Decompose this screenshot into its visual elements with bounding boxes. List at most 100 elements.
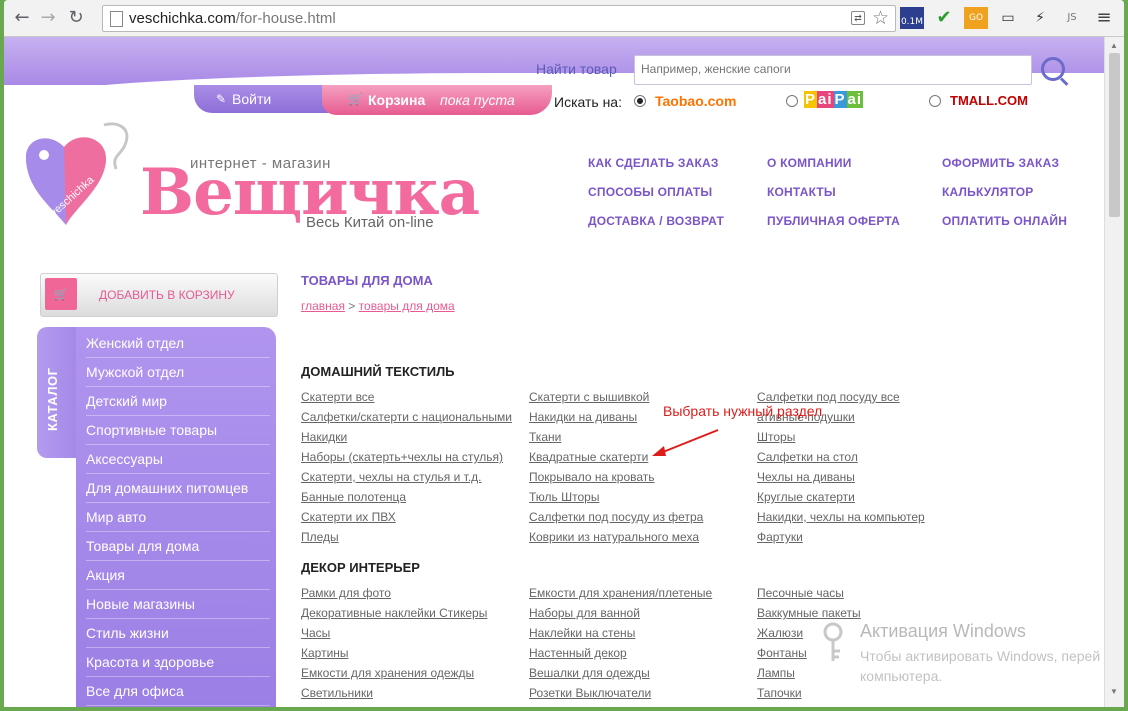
- category-link[interactable]: Часы: [301, 626, 330, 640]
- shop-subtitle: интернет - магазин: [190, 155, 331, 172]
- catalog-item[interactable]: Женский отдел: [86, 329, 270, 358]
- category-link[interactable]: Наборы (скатерть+чехлы на стулья): [301, 450, 503, 464]
- search-input[interactable]: [635, 56, 1021, 82]
- reload-icon[interactable]: ↻: [66, 8, 86, 28]
- paipai-logo[interactable]: Pai Pai: [804, 91, 864, 108]
- category-link[interactable]: Банные полотенца: [301, 490, 406, 504]
- radio-tmall[interactable]: [929, 95, 941, 107]
- category-link[interactable]: Песочные часы: [757, 586, 844, 600]
- extension-0-1m-icon[interactable]: 0.1M: [900, 7, 924, 29]
- catalog-item[interactable]: Спортивные товары: [86, 416, 270, 445]
- extension-js-icon[interactable]: JS: [1060, 7, 1084, 29]
- category-link[interactable]: Тюль Шторы: [529, 490, 599, 504]
- catalog-item[interactable]: Стиль жизни: [86, 619, 270, 648]
- scroll-down-icon[interactable]: ▼: [1110, 687, 1118, 696]
- category-link[interactable]: Ткани: [529, 430, 561, 444]
- catalog-item[interactable]: Детский мир: [86, 387, 270, 416]
- category-link[interactable]: Салфетки/скатерти с национальными: [301, 410, 512, 424]
- nav-about[interactable]: О КОМПАНИИ: [767, 156, 852, 170]
- category-link[interactable]: Скатерти все: [301, 390, 374, 404]
- category-link[interactable]: Пледы: [301, 530, 339, 544]
- category-link[interactable]: Жалюзи: [757, 626, 803, 640]
- category-link[interactable]: Вешалки для одежды: [529, 666, 650, 680]
- cart-icon: 🛒: [348, 92, 363, 106]
- nav-how-to-order[interactable]: КАК СДЕЛАТЬ ЗАКАЗ: [588, 156, 719, 170]
- nav-payment-methods[interactable]: СПОСОБЫ ОПЛАТЫ: [588, 185, 712, 199]
- catalog-item[interactable]: Акция: [86, 561, 270, 590]
- category-link[interactable]: Салфетки под посуду все: [757, 390, 900, 404]
- taobao-logo[interactable]: Taobao.com: [655, 93, 736, 109]
- category-link[interactable]: Емкости для хранения одежды: [301, 666, 474, 680]
- catalog-item[interactable]: Аксессуары: [86, 445, 270, 474]
- category-link[interactable]: Чехлы на диваны: [757, 470, 855, 484]
- extension-ruler-icon[interactable]: ▭: [996, 7, 1020, 29]
- catalog-item[interactable]: Мужской отдел: [86, 358, 270, 387]
- catalog-item[interactable]: Для домашних питомцев: [86, 474, 270, 503]
- nav-delivery[interactable]: ДОСТАВКА / ВОЗВРАТ: [588, 214, 724, 228]
- scroll-thumb[interactable]: [1109, 53, 1120, 217]
- category-link[interactable]: Фонтаны: [757, 646, 807, 660]
- category-link[interactable]: Емкости для хранения/плетеные: [529, 586, 712, 600]
- category-link[interactable]: Квадратные скатерти: [529, 450, 648, 464]
- address-bar[interactable]: veschichka.com/for-house.html ⇄ ☆: [102, 5, 896, 32]
- extension-bolt-icon[interactable]: ⚡: [1028, 7, 1052, 29]
- category-link[interactable]: Наклейки на стены: [529, 626, 635, 640]
- category-link[interactable]: Скатерти их ПВХ: [301, 510, 396, 524]
- catalog-item[interactable]: Красота и здоровье: [86, 648, 270, 677]
- activation-text: Чтобы активировать Windows, перей компьют…: [860, 648, 1101, 684]
- scroll-up-icon[interactable]: ▲: [1110, 41, 1118, 50]
- breadcrumb-home[interactable]: главная: [301, 299, 345, 313]
- catalog-item[interactable]: Новые магазины: [86, 590, 270, 619]
- cart-label: Корзина: [368, 92, 426, 108]
- menu-icon[interactable]: ≡: [1092, 7, 1116, 29]
- catalog-item[interactable]: Мир авто: [86, 503, 270, 532]
- category-link[interactable]: Скатерти с вышивкой: [529, 390, 649, 404]
- category-link[interactable]: Рамки для фото: [301, 586, 391, 600]
- category-link[interactable]: Наборы для ванной: [529, 606, 640, 620]
- category-link[interactable]: Фартуки: [757, 530, 803, 544]
- category-link[interactable]: Декоративные наклейки Стикеры: [301, 606, 487, 620]
- category-link[interactable]: Шторы: [757, 430, 795, 444]
- back-arrow-icon[interactable]: ←: [12, 8, 32, 28]
- nav-contacts[interactable]: КОНТАКТЫ: [767, 185, 836, 199]
- catalog-menu: Женский отдел Мужской отдел Детский мир …: [76, 327, 276, 707]
- category-link[interactable]: Лампы: [757, 666, 795, 680]
- vertical-scrollbar[interactable]: ▲ ▼: [1104, 37, 1124, 707]
- category-link[interactable]: Тапочки: [757, 686, 802, 700]
- category-link[interactable]: Настенный декор: [529, 646, 627, 660]
- tmall-logo[interactable]: TMALL.COM: [950, 93, 1028, 108]
- extension-check-icon[interactable]: ✔: [932, 7, 956, 29]
- category-link[interactable]: Скатерти, чехлы на стулья и т.д.: [301, 470, 482, 484]
- catalog-item[interactable]: Товары для дома: [86, 532, 270, 561]
- radio-paipai[interactable]: [786, 95, 798, 107]
- radio-taobao[interactable]: [634, 95, 646, 107]
- translate-icon[interactable]: ⇄: [851, 11, 865, 25]
- catalog-item[interactable]: Все для офиса: [86, 677, 270, 706]
- extension-go-icon[interactable]: GO: [964, 7, 988, 29]
- category-link[interactable]: Салфетки под посуду из фетра: [529, 510, 703, 524]
- bookmark-star-icon[interactable]: ☆: [872, 7, 889, 29]
- category-link[interactable]: Покрывало на кровать: [529, 470, 655, 484]
- category-link[interactable]: Картины: [301, 646, 349, 660]
- breadcrumb-current[interactable]: товары для дома: [359, 299, 455, 313]
- nav-calculator[interactable]: КАЛЬКУЛЯТОР: [942, 185, 1033, 199]
- search-icon[interactable]: [1041, 57, 1065, 81]
- nav-public-offer[interactable]: ПУБЛИЧНАЯ ОФЕРТА: [767, 214, 900, 228]
- nav-pay-online[interactable]: ОПЛАТИТЬ ОНЛАЙН: [942, 214, 1067, 228]
- url-text: veschichka.com/for-house.html: [129, 10, 336, 27]
- category-link[interactable]: Коврики из натурального меха: [529, 530, 699, 544]
- search-field[interactable]: [634, 55, 1032, 85]
- add-to-cart-button[interactable]: 🛒 ДОБАВИТЬ В КОРЗИНУ: [40, 273, 278, 317]
- category-link[interactable]: Накидки, чехлы на компьютер: [757, 510, 925, 524]
- category-link[interactable]: Светильники: [301, 686, 373, 700]
- nav-place-order[interactable]: ОФОРМИТЬ ЗАКАЗ: [942, 156, 1059, 170]
- category-link[interactable]: Розетки Выключатели: [529, 686, 651, 700]
- category-link[interactable]: Накидки на диваны: [529, 410, 637, 424]
- forward-arrow-icon[interactable]: →: [38, 8, 58, 28]
- cart-button[interactable]: 🛒 Корзина пока пуста: [322, 85, 552, 115]
- category-link[interactable]: Круглые скатерти: [757, 490, 855, 504]
- category-link[interactable]: Накидки: [301, 430, 347, 444]
- catalog-label: КАТАЛОГ: [45, 367, 60, 431]
- category-link[interactable]: Салфетки на стол: [757, 450, 858, 464]
- logo-heart-tag[interactable]: veschichka: [16, 117, 129, 227]
